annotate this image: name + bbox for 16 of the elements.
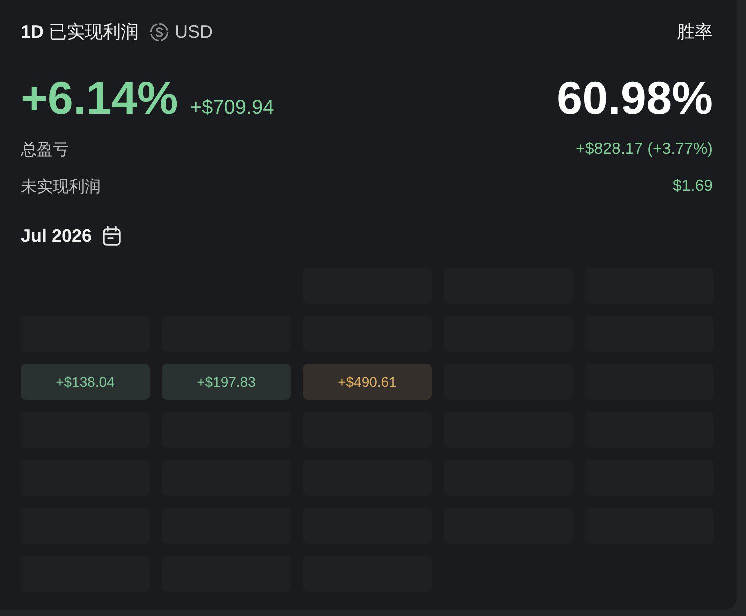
month-label: Jul 2026	[21, 226, 92, 246]
metric-label: 未实现利润	[21, 178, 101, 198]
currency-label: USD	[175, 22, 214, 42]
pnl-percent: +6.14%	[21, 72, 178, 124]
metric-value: +$828.17 (+3.77%)	[576, 141, 713, 159]
win-rate-value: 60.98%	[556, 72, 713, 124]
day-cell: +$197.83	[162, 364, 291, 400]
metric-label: 总盈亏	[21, 140, 69, 160]
pnl-amount: +$709.94	[190, 96, 274, 121]
card-title: 1D 已实现利润	[21, 21, 140, 44]
coin-icon	[150, 22, 170, 42]
metric-value: $1.69	[672, 178, 713, 196]
day-cell: +$490.61	[303, 364, 432, 400]
win-rate-label: 胜率	[677, 21, 713, 44]
calendar-icon[interactable]	[103, 226, 122, 246]
day-cell: +$138.04	[21, 364, 150, 400]
